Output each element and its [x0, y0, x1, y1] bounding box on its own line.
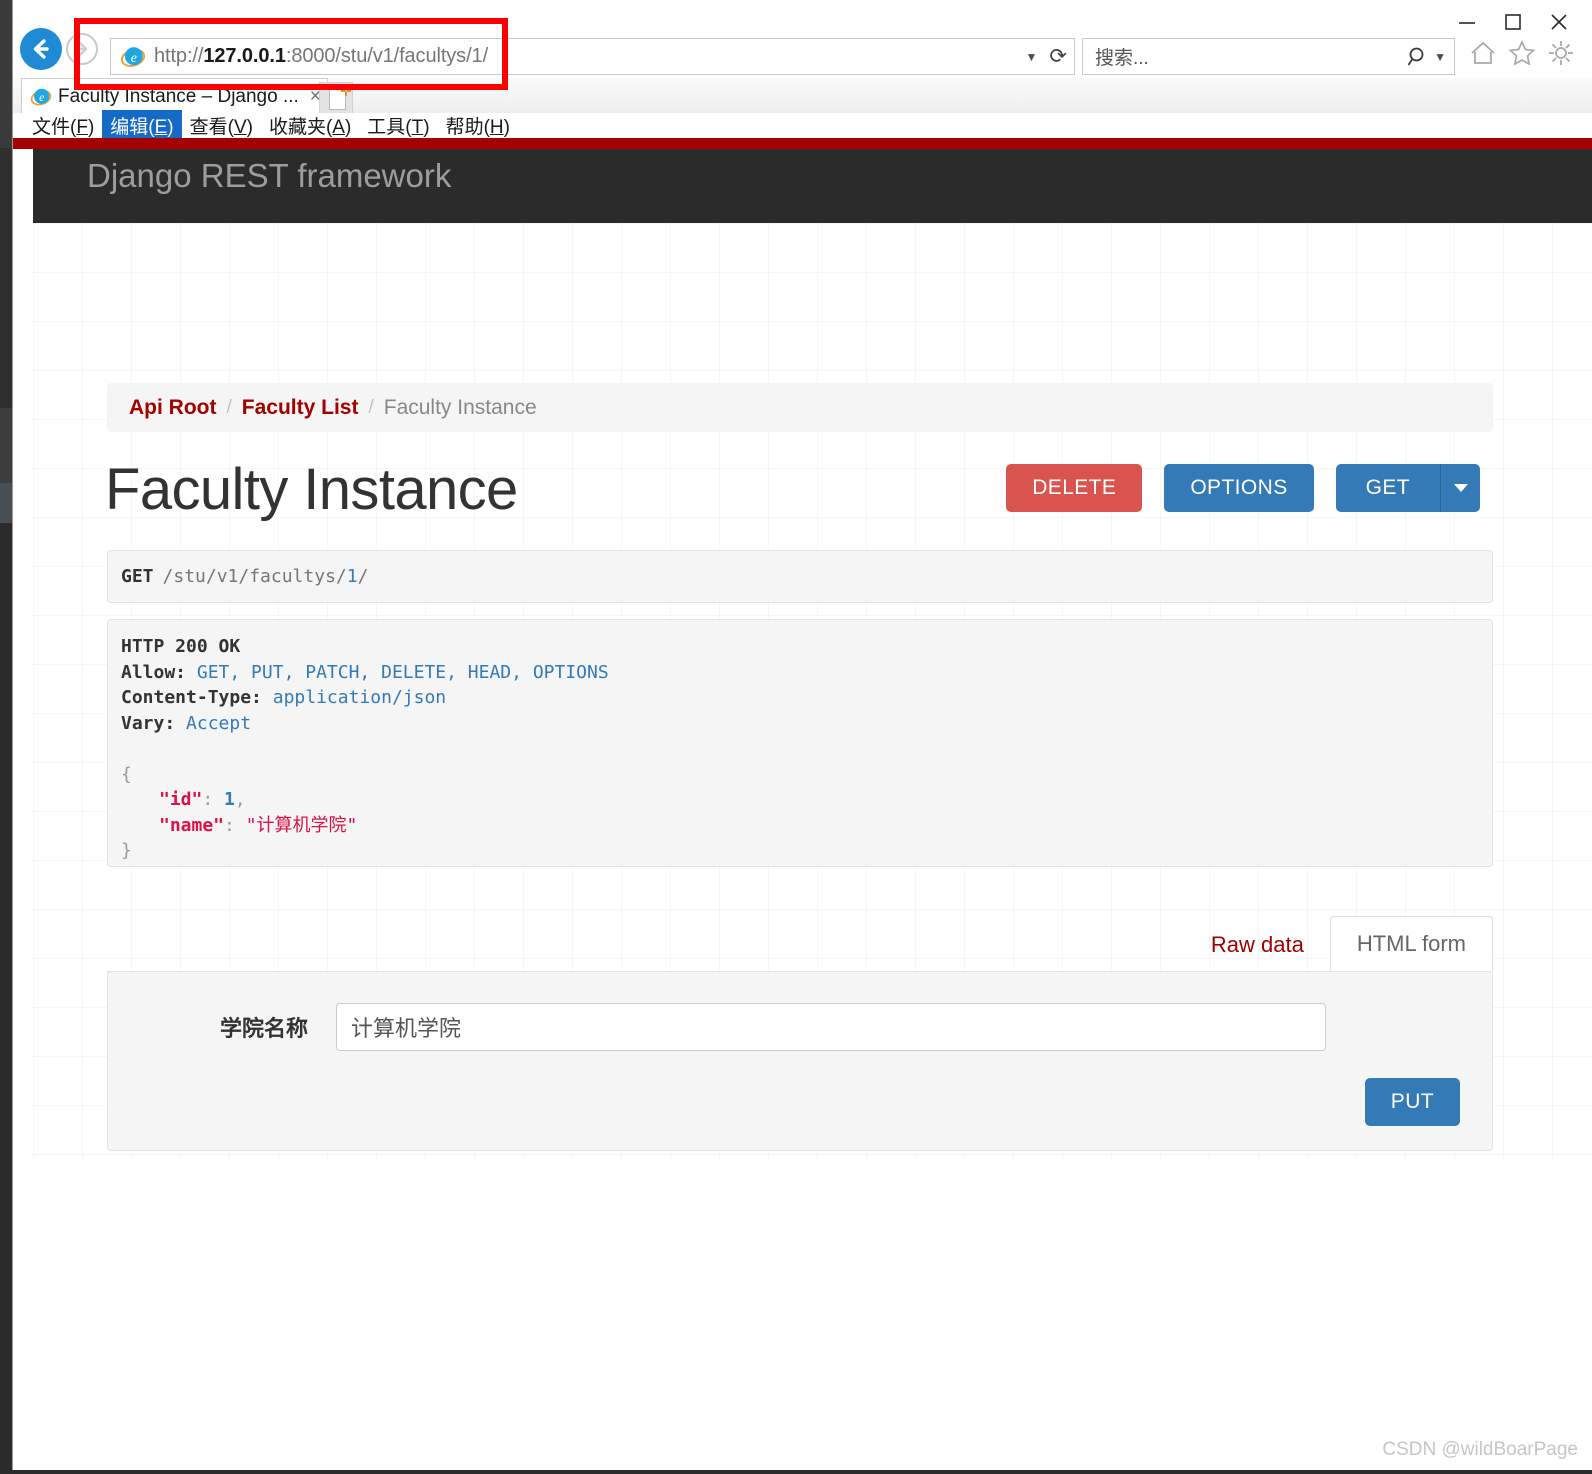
options-button[interactable]: OPTIONS — [1164, 464, 1314, 512]
star-icon[interactable] — [1507, 38, 1537, 68]
site-brand[interactable]: Django REST framework — [87, 157, 451, 195]
response-header-content-type: Content-Type: application/json — [121, 687, 447, 708]
get-split-button: GET — [1335, 464, 1480, 512]
breadcrumb-separator: / — [226, 396, 232, 418]
address-bar[interactable]: e http://127.0.0.1:8000/stu/v1/facultys/… — [110, 38, 1075, 75]
action-button-group: DELETE OPTIONS GET — [1006, 464, 1480, 512]
menu-item-help[interactable]: 帮助(H) — [438, 110, 518, 141]
url-host: 127.0.0.1 — [203, 45, 286, 67]
browser-tab[interactable]: e Faculty Instance – Django ... × — [21, 78, 328, 114]
response-body-close: } — [121, 840, 132, 861]
chevron-down-icon[interactable]: ▼ — [1026, 50, 1038, 64]
back-arrow-icon[interactable] — [20, 28, 62, 70]
page-viewport: Django REST framework Api Root / Faculty… — [13, 138, 1592, 1473]
menu-item-view[interactable]: 查看(V) — [182, 110, 261, 141]
minimize-icon[interactable] — [1444, 6, 1490, 38]
page-title: Faculty Instance — [105, 457, 518, 522]
menu-item-file[interactable]: 文件(F) — [24, 110, 102, 141]
ie-logo-icon: e — [30, 88, 52, 105]
response-body-spacer — [121, 736, 1492, 762]
put-button[interactable]: PUT — [1364, 1078, 1460, 1126]
breadcrumb-current: Faculty Instance — [383, 395, 537, 419]
browser-window: e http://127.0.0.1:8000/stu/v1/facultys/… — [12, 0, 1592, 1474]
gear-icon[interactable] — [1546, 38, 1576, 68]
get-button[interactable]: GET — [1335, 464, 1440, 512]
menu-item-favorites[interactable]: 收藏夹(A) — [261, 110, 359, 141]
svg-text:e: e — [39, 91, 44, 104]
ie-logo-icon: e — [120, 46, 146, 67]
search-icon[interactable] — [1406, 45, 1430, 69]
browser-toolbar: e http://127.0.0.1:8000/stu/v1/facultys/… — [13, 0, 1592, 82]
faculty-name-label: 学院名称 — [219, 1016, 308, 1041]
search-bar[interactable]: 搜索... ▼ — [1082, 38, 1455, 75]
faculty-name-input[interactable] — [336, 1003, 1326, 1051]
response-body-line-name: "name": "计算机学院" — [159, 814, 358, 836]
url-text: http://127.0.0.1:8000/stu/v1/facultys/1/ — [154, 45, 488, 68]
close-icon[interactable] — [1536, 6, 1582, 38]
request-info-box: GET /stu/v1/facultys/1/ — [107, 550, 1493, 603]
form-row-name: 学院名称 — [108, 1003, 1494, 1051]
search-placeholder-text: 搜索... — [1095, 48, 1149, 69]
response-header-vary: Vary: Accept — [121, 712, 252, 734]
chevron-down-icon[interactable]: ▼ — [1434, 50, 1446, 64]
breadcrumb-separator: / — [368, 396, 374, 418]
svg-text:e: e — [131, 49, 137, 64]
response-box: HTTP 200 OK Allow: GET, PUT, PATCH, DELE… — [107, 619, 1493, 867]
request-path: /stu/v1/facultys/1/ — [162, 566, 369, 587]
tab-raw-data[interactable]: Raw data — [1185, 918, 1330, 972]
request-method: GET — [121, 566, 154, 587]
search-bar-controls: ▼ — [1406, 45, 1454, 69]
breadcrumb-item-faculty-list[interactable]: Faculty List — [242, 396, 359, 420]
brand-accent-bar — [13, 138, 1592, 149]
home-icon[interactable] — [1468, 38, 1498, 68]
html-form-panel: 学院名称 PUT — [107, 971, 1493, 1151]
window-bottom-edge — [0, 1470, 1592, 1474]
url-rest: :8000/stu/v1/facultys/1/ — [285, 45, 489, 67]
desktop-left-strip — [0, 0, 12, 1474]
response-body-line-id: "id": 1, — [159, 789, 246, 810]
screenshot-root: e http://127.0.0.1:8000/stu/v1/facultys/… — [0, 0, 1592, 1474]
address-bar-controls: ▼ ⟳ — [1026, 44, 1075, 69]
menu-item-tools[interactable]: 工具(T) — [359, 110, 437, 141]
forward-arrow-icon[interactable] — [66, 33, 98, 65]
browser-tab-title: Faculty Instance – Django ... — [58, 85, 299, 107]
url-scheme: http:// — [154, 45, 204, 67]
breadcrumb: Api Root / Faculty List / Faculty Instan… — [107, 383, 1493, 432]
refresh-icon[interactable]: ⟳ — [1049, 44, 1067, 69]
response-status: HTTP 200 OK — [121, 636, 241, 657]
format-tabs: Raw data HTML form — [107, 913, 1493, 972]
menu-item-edit[interactable]: 编辑(E) — [102, 110, 182, 141]
window-controls — [1444, 6, 1582, 38]
menu-bar: 文件(F) 编辑(E) 查看(V) 收藏夹(A) 工具(T) 帮助(H) — [13, 110, 1592, 141]
delete-button[interactable]: DELETE — [1006, 464, 1143, 512]
content-blank-area — [33, 1158, 1592, 1473]
browser-tool-icons — [1468, 38, 1576, 68]
response-body-open: { — [121, 763, 132, 785]
tab-strip: e Faculty Instance – Django ... × ✛ — [13, 78, 1592, 114]
watermark: CSDN @wildBoarPage — [1382, 1439, 1578, 1460]
chevron-down-icon[interactable] — [1440, 464, 1480, 512]
tab-html-form[interactable]: HTML form — [1329, 916, 1493, 972]
maximize-icon[interactable] — [1490, 6, 1536, 38]
breadcrumb-item-api-root[interactable]: Api Root — [129, 396, 216, 420]
response-header-allow: Allow: GET, PUT, PATCH, DELETE, HEAD, OP… — [121, 661, 609, 683]
